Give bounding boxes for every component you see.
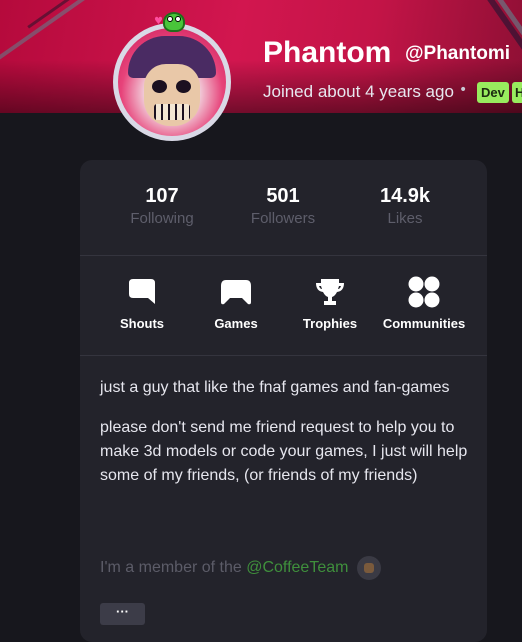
gamepad-icon [186,275,286,309]
nav-label: Shouts [119,316,165,331]
display-name: Phantom [263,36,392,69]
stat-value: 14.9k [379,185,431,207]
heart-icon: ♥ [154,16,163,27]
member-prefix: I'm a member of the [100,559,242,577]
nav-label: Games [214,316,258,331]
stat-value: 107 [145,185,179,207]
stat-label: Likes [387,210,423,227]
divider [80,355,487,356]
team-link[interactable]: @CoffeeTeam [246,559,348,576]
separator-dot: • [459,82,468,98]
stat-value: 501 [266,185,300,207]
trophy-icon [280,275,380,309]
bio-paragraph: please don't send me friend request to h… [100,419,468,484]
nav-trophies[interactable]: Trophies [280,275,380,331]
joined-text: Joined about 4 years ago [263,82,454,101]
nav-games[interactable]: Games [186,275,286,331]
bio: just a guy that like the fnaf games and … [100,376,470,504]
stat-likes[interactable]: 14.9k Likes [345,185,465,227]
team-membership: I'm a member of the @CoffeeTeam [100,556,381,580]
nav-communities[interactable]: Communities [374,275,474,331]
nav-label: Trophies [302,316,358,331]
stat-following[interactable]: 107 Following [102,185,222,227]
stat-followers[interactable]: 501 Followers [223,185,343,227]
frog-badge-icon [163,12,185,32]
team-avatar-icon[interactable] [356,556,381,580]
divider [80,255,487,256]
dev-tag: Dev [477,82,509,103]
speech-bubble-icon [92,275,192,309]
h-tag: H [512,82,522,103]
avatar[interactable] [113,23,231,141]
profile-card: 107 Following 501 Followers 14.9k Likes … [80,160,487,642]
bio-paragraph: just a guy that like the fnaf games and … [100,379,450,396]
communities-icon [374,275,474,309]
stats-row: 107 Following 501 Followers 14.9k Likes [80,160,487,255]
stat-label: Following [130,210,194,227]
handle: @Phantomi [405,43,511,64]
more-button[interactable]: ··· [100,603,145,625]
nav-shouts[interactable]: Shouts [92,275,192,331]
nav-label: Communities [382,316,466,331]
stat-label: Followers [250,210,316,227]
